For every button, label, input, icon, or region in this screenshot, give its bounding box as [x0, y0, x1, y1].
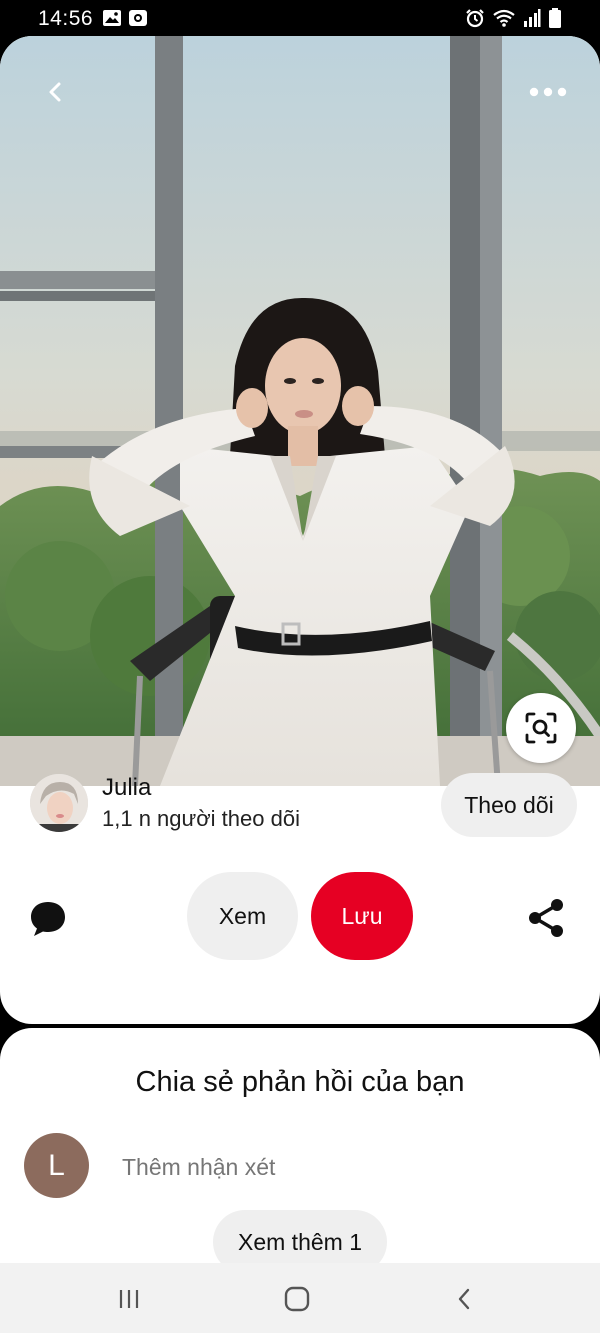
comment-bubble-icon — [31, 902, 65, 936]
follow-button[interactable]: Theo dõi — [441, 773, 577, 837]
creator-avatar[interactable] — [30, 774, 88, 832]
signal-icon — [523, 8, 541, 33]
user-avatar[interactable]: L — [24, 1133, 89, 1198]
system-back-button[interactable] — [445, 1281, 485, 1317]
system-nav-bar — [0, 1263, 600, 1333]
home-icon — [284, 1286, 310, 1312]
back-arrow-icon — [49, 82, 61, 102]
back-icon — [458, 1288, 470, 1310]
visual-search-button[interactable] — [506, 693, 576, 763]
pin-image[interactable] — [0, 36, 600, 786]
wifi-icon — [492, 8, 516, 33]
share-icon — [529, 899, 563, 937]
status-bar: 14:56 — [0, 0, 600, 36]
comments-card: Chia sẻ phản hồi của bạn L Xem thêm 1 — [0, 1028, 600, 1274]
action-row: Xem Lưu — [0, 872, 600, 962]
comment-input[interactable] — [120, 1146, 564, 1188]
more-dots-icon — [529, 87, 567, 97]
share-button[interactable] — [524, 896, 568, 940]
screen-record-icon — [128, 8, 148, 33]
back-button[interactable] — [34, 70, 78, 114]
recent-apps-button[interactable] — [109, 1281, 149, 1317]
save-button[interactable]: Lưu — [311, 872, 413, 960]
alarm-icon — [465, 8, 485, 33]
home-button[interactable] — [277, 1281, 317, 1317]
creator-name[interactable]: Julia — [102, 774, 151, 802]
battery-icon — [548, 8, 562, 33]
creator-row: Julia 1,1 n người theo dõi Theo dõi — [0, 770, 600, 840]
more-options-button[interactable] — [526, 72, 570, 112]
view-button[interactable]: Xem — [187, 872, 298, 960]
comments-title: Chia sẻ phản hồi của bạn — [135, 1066, 465, 1098]
status-time: 14:56 — [38, 7, 94, 30]
visual-search-icon — [525, 712, 557, 744]
comment-button[interactable] — [26, 896, 70, 940]
recent-apps-icon — [119, 1290, 139, 1308]
gallery-icon — [102, 8, 122, 33]
creator-follower-count: 1,1 n người theo dõi — [102, 806, 300, 831]
